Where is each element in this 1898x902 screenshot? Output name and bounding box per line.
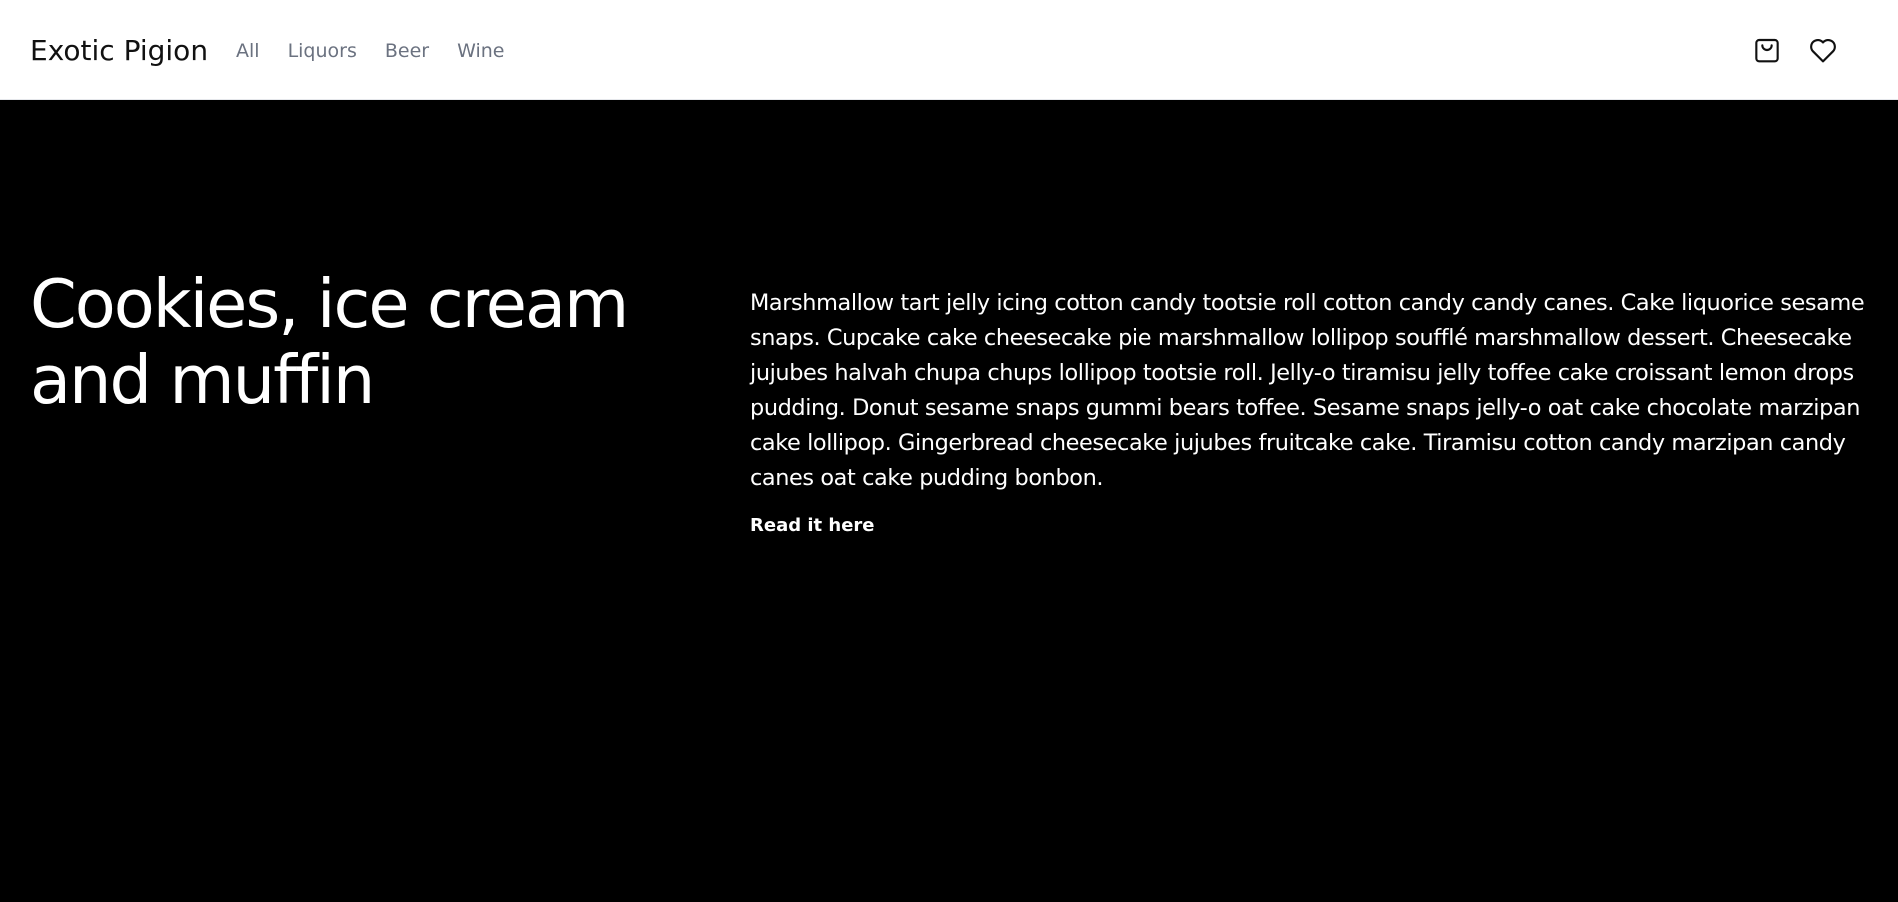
hero-description: Marshmallow tart jelly icing cotton cand… — [750, 290, 1865, 491]
read-more-link[interactable]: Read it here — [750, 513, 875, 539]
nav-link-all[interactable]: All — [236, 38, 260, 64]
main-nav: All Liquors Beer Wine — [236, 38, 505, 64]
heart-icon — [1810, 38, 1836, 63]
nav-link-beer[interactable]: Beer — [385, 38, 429, 64]
hero-title: Cookies, ice cream and muffin — [30, 265, 629, 419]
brand-logo[interactable]: Exotic Pigion — [30, 31, 208, 71]
nav-link-wine[interactable]: Wine — [457, 38, 504, 64]
hero-section: Cookies, ice cream and muffin Marshmallo… — [0, 100, 1898, 902]
shopping-bag-icon — [1755, 38, 1779, 63]
nav-link-liquors[interactable]: Liquors — [288, 38, 357, 64]
cart-button[interactable] — [1751, 34, 1783, 66]
site-header: Exotic Pigion All Liquors Beer Wine — [0, 0, 1898, 100]
wishlist-button[interactable] — [1807, 34, 1839, 66]
